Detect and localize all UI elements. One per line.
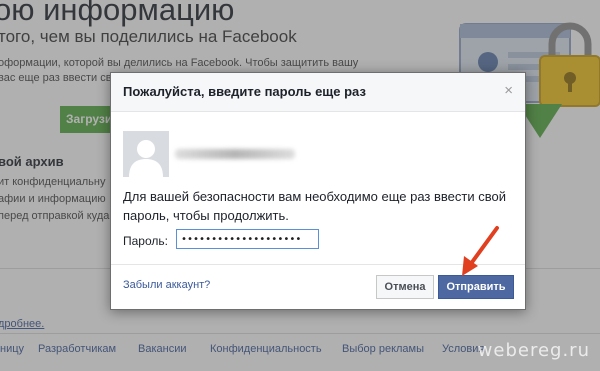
dialog-title: Пожалуйста, введите пароль еще раз	[123, 84, 366, 99]
close-icon[interactable]: ×	[504, 82, 513, 99]
password-field[interactable]: ••••••••••••••••••••	[176, 229, 319, 249]
watermark: webereg.ru	[477, 340, 590, 361]
reauth-dialog: Пожалуйста, введите пароль еще раз × Для…	[110, 72, 526, 310]
avatar-silhouette-icon	[123, 131, 169, 177]
password-label: Пароль:	[123, 234, 168, 248]
security-message: Для вашей безопасности вам необходимо ещ…	[123, 189, 506, 223]
dialog-header: Пожалуйста, введите пароль еще раз ×	[111, 73, 525, 112]
submit-button[interactable]: Отправить	[438, 275, 514, 299]
blurred-user-name	[175, 149, 295, 159]
avatar	[123, 131, 169, 177]
dialog-footer: Забыли аккаунт? Отмена Отправить	[111, 264, 525, 309]
cancel-button[interactable]: Отмена	[376, 275, 434, 299]
forgot-account-link[interactable]: Забыли аккаунт?	[123, 279, 210, 291]
